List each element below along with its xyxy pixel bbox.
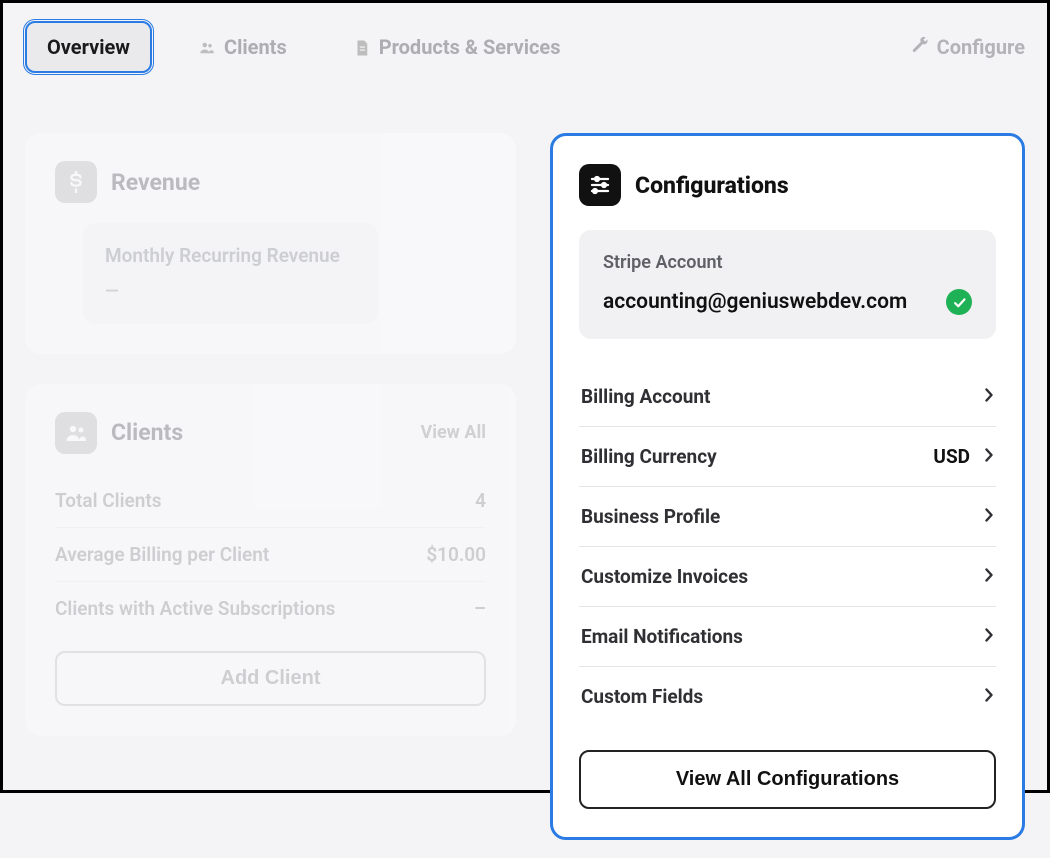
tab-label: Overview [47,35,130,59]
stat-row: Clients with Active Subscriptions – [55,582,486,635]
stat-value: – [474,597,486,620]
config-item-business-profile[interactable]: Business Profile [579,487,996,547]
config-item-label: Customize Invoices [581,565,748,588]
chevron-right-icon [984,447,994,466]
stripe-email: accounting@geniuswebdev.com [603,290,907,314]
add-client-button[interactable]: Add Client [55,651,486,706]
configurations-card: Configurations Stripe Account accounting… [550,133,1025,840]
chevron-right-icon [984,507,994,526]
configure-label: Configure [937,35,1025,59]
stat-value: 4 [475,489,486,512]
people-icon [55,412,97,454]
mrr-box: Monthly Recurring Revenue — [83,223,378,324]
chevron-right-icon [984,387,994,406]
mrr-value: — [105,281,356,302]
tab-products[interactable]: Products & Services [333,23,581,71]
chevron-right-icon [984,687,994,706]
view-all-configurations-button[interactable]: View All Configurations [579,750,996,809]
tab-label: Products & Services [379,35,561,59]
config-item-label: Custom Fields [581,685,703,708]
config-item-label: Business Profile [581,505,720,528]
mrr-label: Monthly Recurring Revenue [105,243,356,269]
document-icon [353,38,371,56]
tab-clients[interactable]: Clients [178,23,307,71]
config-item-label: Email Notifications [581,625,743,648]
chevron-right-icon [984,627,994,646]
sliders-icon [579,164,621,206]
wrench-icon [911,35,929,59]
clients-title: Clients [111,419,183,446]
stat-label: Clients with Active Subscriptions [55,597,335,620]
config-item-email-notifications[interactable]: Email Notifications [579,607,996,667]
tab-label: Clients [224,35,287,59]
config-item-value: USD [933,445,970,468]
stat-row: Average Billing per Client $10.00 [55,528,486,582]
chevron-right-icon [984,567,994,586]
dollar-icon [55,161,97,203]
configure-link[interactable]: Configure [911,35,1025,59]
config-item-customize-invoices[interactable]: Customize Invoices [579,547,996,607]
check-icon [946,289,972,315]
stripe-label: Stripe Account [603,252,972,273]
config-item-custom-fields[interactable]: Custom Fields [579,667,996,726]
stat-value: $10.00 [426,543,486,566]
revenue-card: Revenue Monthly Recurring Revenue — [25,133,516,354]
stat-label: Average Billing per Client [55,543,269,566]
config-item-label: Billing Currency [581,445,717,468]
tab-overview[interactable]: Overview [25,21,152,73]
stripe-account-box: Stripe Account accounting@geniuswebdev.c… [579,230,996,339]
view-all-clients-link[interactable]: View All [420,422,486,443]
clients-card: Clients View All Total Clients 4 Average… [25,384,516,736]
config-item-billing-account[interactable]: Billing Account [579,367,996,427]
tabs-bar: Overview Clients Products & Services Con… [25,21,1025,73]
config-title: Configurations [635,172,789,199]
config-item-billing-currency[interactable]: Billing Currency USD [579,427,996,487]
revenue-title: Revenue [111,169,200,196]
stat-row: Total Clients 4 [55,474,486,528]
people-icon [198,38,216,56]
config-item-label: Billing Account [581,385,710,408]
stat-label: Total Clients [55,489,162,512]
